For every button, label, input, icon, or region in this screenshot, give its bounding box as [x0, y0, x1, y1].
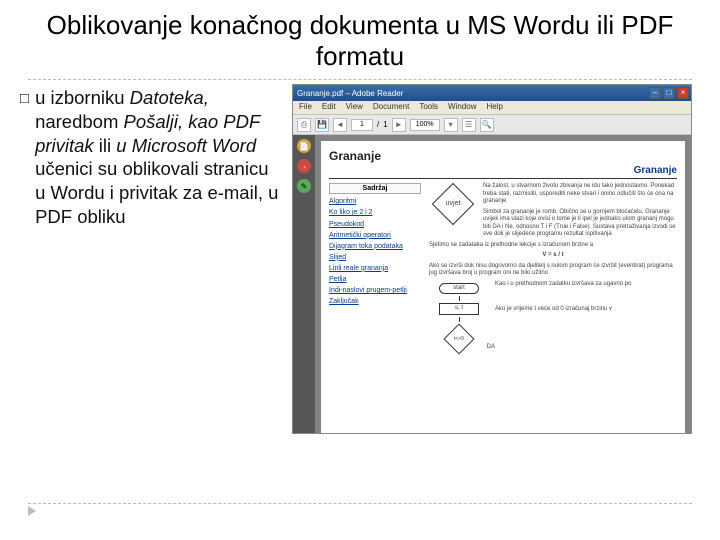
toolbar: ⎙ 💾 ◄ 1 / 1 ► 100% ▾ ☰ 🔍 [293, 115, 691, 135]
page-number-input[interactable]: 1 [351, 119, 373, 131]
bookmark-icon[interactable]: 🔖 [297, 159, 311, 173]
paragraph: Na žalost, u stvarnom životu zbivanja ne… [483, 183, 677, 206]
slide-title: Oblikovanje konačnog dokumenta u MS Word… [0, 0, 720, 75]
pdf-reader-window: Grananje.pdf – Adobe Reader – □ × File E… [292, 84, 692, 434]
zoom-input[interactable]: 100% [410, 119, 440, 131]
menu-item[interactable]: Edit [322, 102, 336, 113]
bullet-marker: □ [20, 89, 29, 228]
close-button[interactable]: × [677, 87, 689, 99]
menu-item[interactable]: View [346, 102, 363, 113]
content-row: □ u izborniku Datoteka, naredbom Pošalji… [0, 84, 720, 434]
toc-link[interactable]: Petlja [329, 275, 421, 284]
menu-item[interactable]: Document [373, 102, 409, 113]
flow-diamond: uvjet [432, 183, 474, 225]
toc-link[interactable]: Zaključak [329, 297, 421, 306]
flow-start: start [439, 283, 479, 295]
table-of-contents: Sadržaj Algoritmi Ko liko je 2 i 2 Pseud… [329, 183, 421, 433]
paragraph: Simbol za grananje je romb. Obično se u … [483, 209, 677, 239]
window-title: Grananje.pdf – Adobe Reader [297, 89, 403, 98]
menu-item[interactable]: Tools [419, 102, 438, 113]
toc-link[interactable]: Linli reale grananja [329, 264, 421, 273]
maximize-button[interactable]: □ [663, 87, 675, 99]
paragraph: Ako je vrijeme t veće od 0 izračunaj brz… [495, 306, 677, 314]
toc-link[interactable]: Dijagram toka podataka [329, 242, 421, 251]
menu-item[interactable]: File [299, 102, 312, 113]
next-slide-icon[interactable] [28, 506, 36, 516]
doc-heading-right: Grananje [329, 165, 677, 179]
page-total: 1 [383, 120, 387, 129]
doc-heading: Grananje [329, 149, 677, 163]
window-titlebar: Grananje.pdf – Adobe Reader – □ × [293, 85, 691, 101]
paragraph: Ako se izvrši dok nisu dogovorno da djel… [429, 263, 677, 278]
reader-main: 📄 🔖 ✎ Grananje Grananje Sadržaj Algoritm… [293, 135, 691, 433]
paragraph: Kao i u prethodnom zadatku izvršava za u… [495, 281, 677, 289]
menu-item[interactable]: Help [487, 102, 503, 113]
article-body: uvjet Na žalost, u stvarnom životu zbiva… [429, 183, 677, 433]
menu-item[interactable]: Window [448, 102, 476, 113]
bullet-text-block: □ u izborniku Datoteka, naredbom Pošalji… [20, 84, 280, 434]
save-icon[interactable]: 💾 [315, 118, 329, 132]
page-thumb-icon[interactable]: 📄 [297, 139, 311, 153]
toc-link[interactable]: Indi-naslovi prugem-petlji [329, 286, 421, 295]
toc-link[interactable]: Pseudokod [329, 220, 421, 229]
signature-icon[interactable]: ✎ [297, 179, 311, 193]
page-sep: / [377, 120, 379, 129]
flow-io: s, t [439, 303, 479, 315]
prev-page-icon[interactable]: ◄ [333, 118, 347, 132]
paragraph: Sjetimo se zadataka iz prethodne lekcije… [429, 242, 677, 250]
divider-top [28, 79, 692, 80]
divider-bottom [28, 503, 692, 504]
toc-link[interactable]: Aritmetički operatori [329, 231, 421, 240]
minimize-button[interactable]: – [649, 87, 661, 99]
window-buttons: – □ × [649, 87, 689, 99]
formula: V = s / t [429, 252, 677, 260]
toc-link[interactable]: Slijed [329, 253, 421, 262]
toc-link[interactable]: Ko liko je 2 i 2 [329, 208, 421, 217]
print-icon[interactable]: ⎙ [297, 118, 311, 132]
toc-link[interactable]: Algoritmi [329, 197, 421, 206]
paper: Grananje Grananje Sadržaj Algoritmi Ko l… [321, 141, 685, 433]
next-page-icon[interactable]: ► [392, 118, 406, 132]
search-icon[interactable]: 🔍 [480, 118, 494, 132]
zoom-dropdown-icon[interactable]: ▾ [444, 118, 458, 132]
bullet-text: u izborniku Datoteka, naredbom Pošalji, … [35, 86, 280, 228]
toc-title: Sadržaj [329, 183, 421, 194]
menu-bar: File Edit View Document Tools Window Hel… [293, 101, 691, 115]
tool-icon[interactable]: ☰ [462, 118, 476, 132]
page-canvas[interactable]: Grananje Grananje Sadržaj Algoritmi Ko l… [315, 135, 691, 433]
reader-sidebar: 📄 🔖 ✎ [293, 135, 315, 433]
